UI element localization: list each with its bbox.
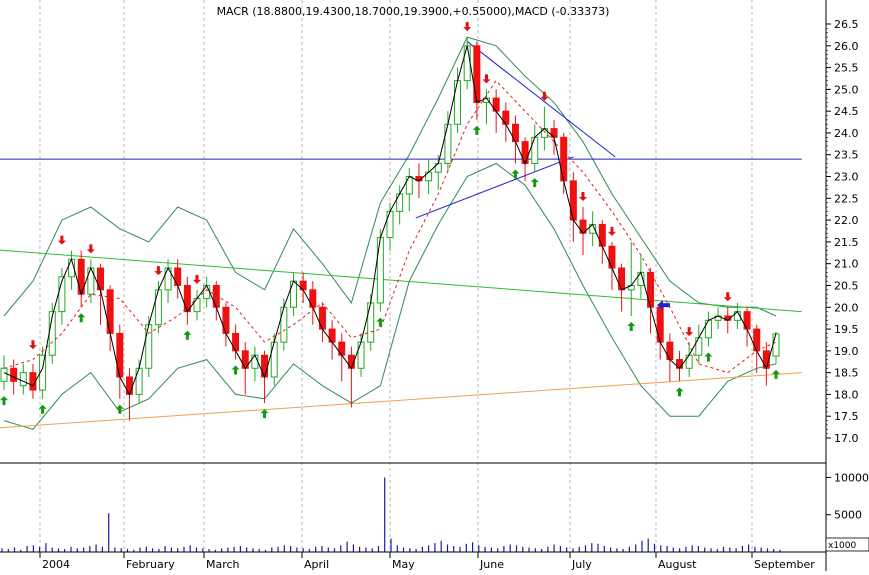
candle-down — [656, 306, 664, 343]
candle-down — [608, 245, 616, 269]
candle-down — [338, 341, 346, 356]
x-tick-label: September — [754, 558, 815, 571]
x-tick-label: July — [571, 558, 592, 571]
y-tick-label: 26.5 — [834, 18, 859, 31]
candle-down — [183, 284, 191, 313]
candle-down — [261, 354, 269, 378]
candle-down — [125, 376, 133, 395]
y-tick-label: 18.0 — [834, 388, 859, 401]
y-tick-label: 25.5 — [834, 62, 859, 75]
candle-down — [174, 267, 182, 286]
volume-y-tick-label: 5000 — [834, 509, 862, 522]
candle-down — [106, 289, 114, 334]
y-tick-label: 20.5 — [834, 279, 859, 292]
candle-up — [154, 289, 162, 326]
candle-down — [511, 123, 519, 143]
x-tick-label: August — [658, 558, 697, 571]
volume-y-tick-label: 10000 — [834, 471, 869, 484]
candle-down — [502, 110, 510, 125]
y-tick-label: 17.0 — [834, 432, 859, 445]
x-tick-label: February — [126, 558, 175, 571]
y-tick-label: 23.5 — [834, 149, 859, 162]
candle-up — [695, 337, 703, 356]
y-tick-label: 19.5 — [834, 323, 859, 336]
chart-background — [0, 0, 869, 571]
candle-up — [444, 123, 452, 164]
candle-down — [473, 45, 481, 103]
candle-up — [376, 237, 384, 304]
x-tick-label: March — [206, 558, 240, 571]
y-tick-label: 17.5 — [834, 410, 859, 423]
x-tick-label: May — [392, 558, 415, 571]
candle-down — [521, 141, 529, 164]
candle-up — [772, 333, 780, 357]
candle-down — [222, 306, 230, 334]
y-tick-label: 20.0 — [834, 301, 859, 314]
chart-title: MACR (18.8800,19.4300,18.7000,19.3900,+0… — [217, 5, 610, 18]
candle-down — [753, 328, 761, 352]
candle-up — [405, 176, 413, 195]
y-tick-label: 24.0 — [834, 127, 859, 140]
y-tick-label: 23.0 — [834, 171, 859, 184]
price-volume-chart: 17.0 17.5 18.0 18.5 19.0 19.5 20.0 20.5 21.0 21.5… — [0, 0, 869, 571]
x-tick-label: 2004 — [42, 558, 70, 571]
candle-down — [309, 289, 317, 308]
candle-down — [618, 267, 626, 291]
candle-up — [290, 280, 297, 308]
candle-down — [318, 306, 326, 330]
candle-up — [454, 80, 462, 125]
candle-up — [19, 372, 27, 387]
y-tick-label: 25.0 — [834, 83, 859, 96]
y-tick-label: 26.0 — [834, 40, 859, 53]
candle-up — [704, 319, 712, 339]
candle-down — [560, 136, 568, 182]
x-tick-label: April — [304, 558, 329, 571]
y-tick-label: 21.0 — [834, 258, 859, 271]
y-tick-label: 22.5 — [834, 192, 859, 205]
x-tick-label: June — [479, 558, 504, 571]
y-tick-label: 24.5 — [834, 105, 859, 118]
candle-down — [598, 223, 606, 247]
candle-down — [10, 367, 18, 382]
y-tick-label: 21.5 — [834, 236, 859, 249]
candle-up — [463, 45, 471, 82]
candle-up — [280, 306, 288, 343]
y-tick-label: 22.0 — [834, 214, 859, 227]
candle-up — [203, 284, 211, 300]
candle-down — [743, 311, 751, 330]
candle-down — [666, 341, 674, 361]
candle-up — [0, 367, 8, 382]
candle-up — [367, 302, 375, 343]
volume-unit-label: x1000 — [828, 541, 857, 551]
candle-up — [145, 324, 153, 369]
candle-down — [97, 267, 104, 291]
candle-up — [386, 210, 394, 239]
y-tick-label: 19.0 — [834, 345, 859, 358]
candle-down — [116, 332, 124, 378]
candle-down — [647, 271, 655, 308]
candle-up — [357, 341, 365, 369]
candle-up — [270, 341, 278, 378]
candle-up — [251, 354, 259, 369]
candle-down — [569, 180, 577, 221]
candle-down — [232, 332, 240, 352]
y-tick-label: 18.5 — [834, 367, 859, 380]
chart-window: 17.0 17.5 18.0 18.5 19.0 19.5 20.0 20.5 21.0 21.5… — [0, 0, 869, 571]
candle-up — [531, 136, 539, 164]
candle-up — [135, 367, 143, 395]
candle-down — [328, 328, 336, 343]
candle-up — [396, 193, 404, 212]
